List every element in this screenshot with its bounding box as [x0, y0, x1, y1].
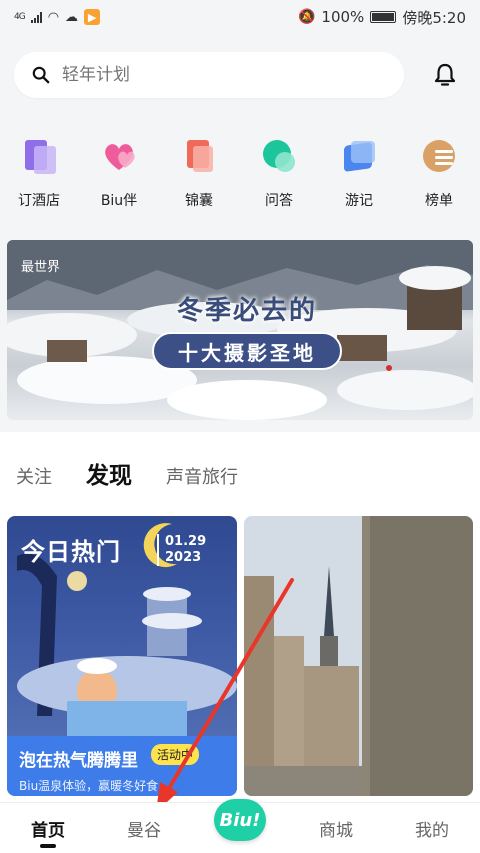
quick-nav-hotel[interactable]: 订酒店 [14, 138, 64, 218]
wifi-icon: ◠ [47, 9, 60, 25]
bag-icon [181, 138, 217, 174]
quick-nav-label: 锦囊 [185, 193, 213, 209]
card-date-day: 01.29 [165, 534, 207, 549]
quick-nav-tips[interactable]: 锦囊 [174, 138, 224, 218]
card-caption: 泡在热气腾腾里 活动中 Biu温泉体验，赢暖冬好食 [7, 736, 237, 796]
banner-subtitle: 十大摄影圣地 [152, 332, 342, 370]
nav-home[interactable]: 首页 [13, 816, 83, 848]
quick-nav-biu-partner[interactable]: Biu伴 [94, 138, 144, 218]
quick-nav: 订酒店 Biu伴 锦囊 问答 游记 榜单 [0, 138, 480, 218]
signal-icon [30, 11, 42, 23]
card-caption-subtitle: Biu温泉体验，赢暖冬好食 [19, 779, 159, 793]
notification-bell-icon[interactable] [432, 62, 458, 88]
quick-nav-travelogue[interactable]: 游记 [334, 138, 384, 218]
banner-logo: 最世界 [21, 260, 61, 275]
chat-icon [261, 138, 297, 174]
quick-nav-label: Biu伴 [100, 193, 138, 209]
network-type: 4G [14, 11, 26, 22]
status-right: 🔕 100% 傍晚5:20 [298, 7, 466, 28]
ranking-icon [421, 138, 457, 174]
notes-icon [341, 138, 377, 174]
quick-nav-label: 订酒店 [18, 193, 60, 209]
status-left: 4G ◠ ☁ ▶ [14, 9, 101, 25]
banner-snow-scene [7, 240, 473, 420]
battery-percent: 100% [321, 8, 365, 26]
feed-card-street[interactable] [244, 516, 473, 796]
nav-bangkok[interactable]: 曼谷 [109, 816, 179, 841]
card-header: 今日热门 [21, 538, 121, 566]
bottom-nav: 首页 曼谷 Biu! 商城 我的 [0, 799, 480, 853]
tab-sound-travel[interactable]: 声音旅行 [166, 463, 238, 489]
tab-discover[interactable]: 发现 [86, 456, 132, 492]
nav-biu-wrapper: Biu! [205, 799, 275, 841]
heart-icon [101, 138, 137, 174]
battery-icon [370, 11, 397, 23]
card-date-year: 2023 [165, 550, 202, 565]
status-bar: 4G ◠ ☁ ▶ 🔕 100% 傍晚5:20 [0, 0, 480, 34]
nav-mall[interactable]: 商城 [301, 816, 371, 841]
status-badge: 活动中 [150, 744, 199, 765]
search-icon [32, 66, 50, 84]
search-input[interactable] [62, 65, 362, 85]
hotel-icon [21, 138, 57, 174]
quick-nav-label: 榜单 [425, 193, 453, 209]
nav-me[interactable]: 我的 [397, 816, 467, 841]
card-photo [244, 516, 473, 796]
quick-nav-label: 问答 [265, 193, 293, 209]
tab-follow[interactable]: 关注 [16, 463, 52, 489]
feed-tabs: 关注 发现 声音旅行 [16, 456, 238, 492]
promo-banner[interactable]: 最世界 冬季必去的 十大摄影圣地 [7, 240, 473, 420]
mute-icon: 🔕 [297, 9, 316, 25]
search-row [14, 52, 466, 98]
banner-title: 冬季必去的 [176, 296, 317, 326]
quick-nav-label: 游记 [345, 193, 373, 209]
search-bar[interactable] [14, 52, 404, 98]
nav-biu-button[interactable]: Biu! [214, 799, 266, 841]
quick-nav-ranking[interactable]: 榜单 [414, 138, 464, 218]
card-date: 01.29 2023 [157, 534, 206, 566]
feed-card-hot[interactable]: 今日热门 01.29 2023 泡在热气腾腾里 活动中 Biu温泉体验，赢暖冬好… [7, 516, 237, 796]
wechat-icon: ☁ [65, 9, 79, 25]
clock: 傍晚5:20 [402, 8, 466, 27]
quick-nav-qa[interactable]: 问答 [254, 138, 304, 218]
app-notification-icon: ▶ [84, 9, 101, 25]
